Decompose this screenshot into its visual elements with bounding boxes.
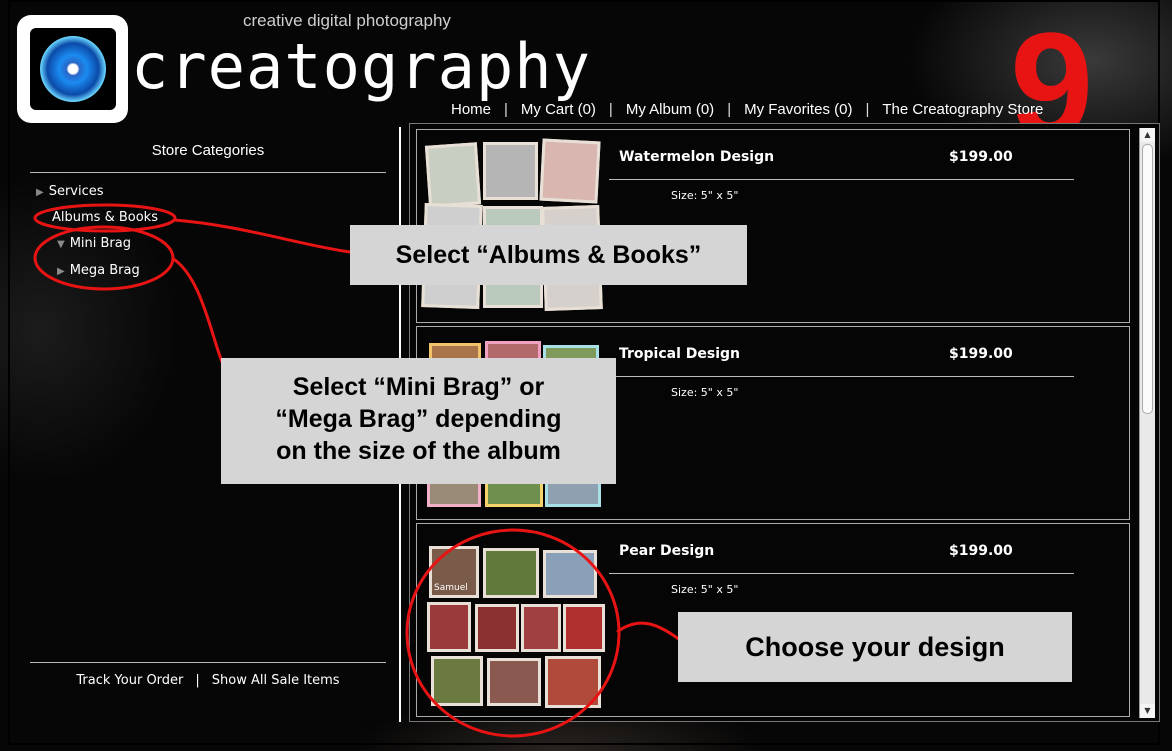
product-price: $199.00 xyxy=(949,543,1013,559)
tagline: creative digital photography xyxy=(243,11,451,30)
category-services[interactable]: ▶ Services xyxy=(36,184,104,199)
scroll-down-icon[interactable]: ▼ xyxy=(1140,704,1155,718)
nav-album[interactable]: My Album (0) xyxy=(626,101,714,118)
logo[interactable] xyxy=(17,15,128,123)
photo-tile xyxy=(487,658,541,706)
category-mega-brag[interactable]: ▶ Mega Brag xyxy=(57,263,140,278)
category-albums-books[interactable]: Albums & Books xyxy=(52,210,158,225)
product-divider xyxy=(609,573,1074,574)
photo-tile xyxy=(431,656,483,706)
photo-tile xyxy=(427,602,471,652)
photo-tile xyxy=(521,604,561,652)
callout-choose-design: Choose your design xyxy=(678,612,1072,682)
top-nav: Home | My Cart (0) | My Album (0) | My Favorit… xyxy=(451,101,1043,118)
collapse-arrow-icon: ▼ xyxy=(57,239,65,250)
product-size: Size: 5" x 5" xyxy=(671,386,739,399)
nav-home[interactable]: Home xyxy=(451,101,491,118)
nav-separator: | xyxy=(608,101,613,118)
product-thumbnail[interactable]: Samuel xyxy=(423,532,605,708)
product-price: $199.00 xyxy=(949,346,1013,362)
product-size: Size: 5" x 5" xyxy=(671,583,739,596)
sidebar-footer: Track Your Order | Show All Sale Items xyxy=(30,673,386,688)
callout-brag-size: Select “Mini Brag” or “Mega Brag” depend… xyxy=(221,358,616,484)
product-size: Size: 5" x 5" xyxy=(671,189,739,202)
nav-favorites[interactable]: My Favorites (0) xyxy=(744,101,852,118)
product-name[interactable]: Tropical Design xyxy=(619,346,740,362)
callout-albums-books: Select “Albums & Books” xyxy=(350,225,747,285)
nav-separator: | xyxy=(504,101,508,118)
callout-line: Select “Mini Brag” or xyxy=(292,373,545,401)
photo-tile xyxy=(483,548,539,598)
sidebar-divider xyxy=(30,172,386,173)
brand-name[interactable]: creatography xyxy=(131,36,591,98)
product-price: $199.00 xyxy=(949,149,1013,165)
nav-cart[interactable]: My Cart (0) xyxy=(521,101,596,118)
category-label: Albums & Books xyxy=(52,210,158,225)
sale-items-link[interactable]: Show All Sale Items xyxy=(212,673,340,688)
scrollbar-thumb[interactable] xyxy=(1142,144,1153,414)
logo-inner xyxy=(30,28,116,110)
expand-arrow-icon: ▶ xyxy=(36,187,44,198)
product-divider xyxy=(609,376,1074,377)
category-label: Services xyxy=(48,184,104,199)
category-mini-brag[interactable]: ▼ Mini Brag xyxy=(57,236,131,251)
photo-tile xyxy=(543,550,597,598)
sidebar-footer-divider xyxy=(30,662,386,663)
callout-line: “Mega Brag” depending xyxy=(275,405,562,433)
thumb-caption: Samuel xyxy=(434,583,468,593)
product-name[interactable]: Watermelon Design xyxy=(619,149,774,165)
category-label: Mega Brag xyxy=(69,263,140,278)
photo-tile xyxy=(563,604,605,652)
eye-icon xyxy=(40,36,106,102)
product-name[interactable]: Pear Design xyxy=(619,543,714,559)
photo-tile xyxy=(483,142,538,200)
photo-tile xyxy=(475,604,519,652)
nav-separator: | xyxy=(727,101,732,118)
scrollbar[interactable]: ▲ ▼ xyxy=(1139,128,1155,718)
callout-line: on the size of the album xyxy=(276,437,561,465)
expand-arrow-icon: ▶ xyxy=(57,266,65,277)
photo-tile xyxy=(539,138,601,204)
footer-separator: | xyxy=(195,673,200,688)
nav-store[interactable]: The Creatography Store xyxy=(882,101,1043,118)
photo-tile xyxy=(545,656,601,708)
category-label: Mini Brag xyxy=(69,236,131,251)
sidebar-title: Store Categories xyxy=(151,142,265,159)
product-divider xyxy=(609,179,1074,180)
nav-separator: | xyxy=(865,101,870,118)
photo-tile: Samuel xyxy=(429,546,479,598)
scroll-up-icon[interactable]: ▲ xyxy=(1140,128,1155,142)
photo-tile xyxy=(424,142,482,208)
track-order-link[interactable]: Track Your Order xyxy=(76,673,183,688)
